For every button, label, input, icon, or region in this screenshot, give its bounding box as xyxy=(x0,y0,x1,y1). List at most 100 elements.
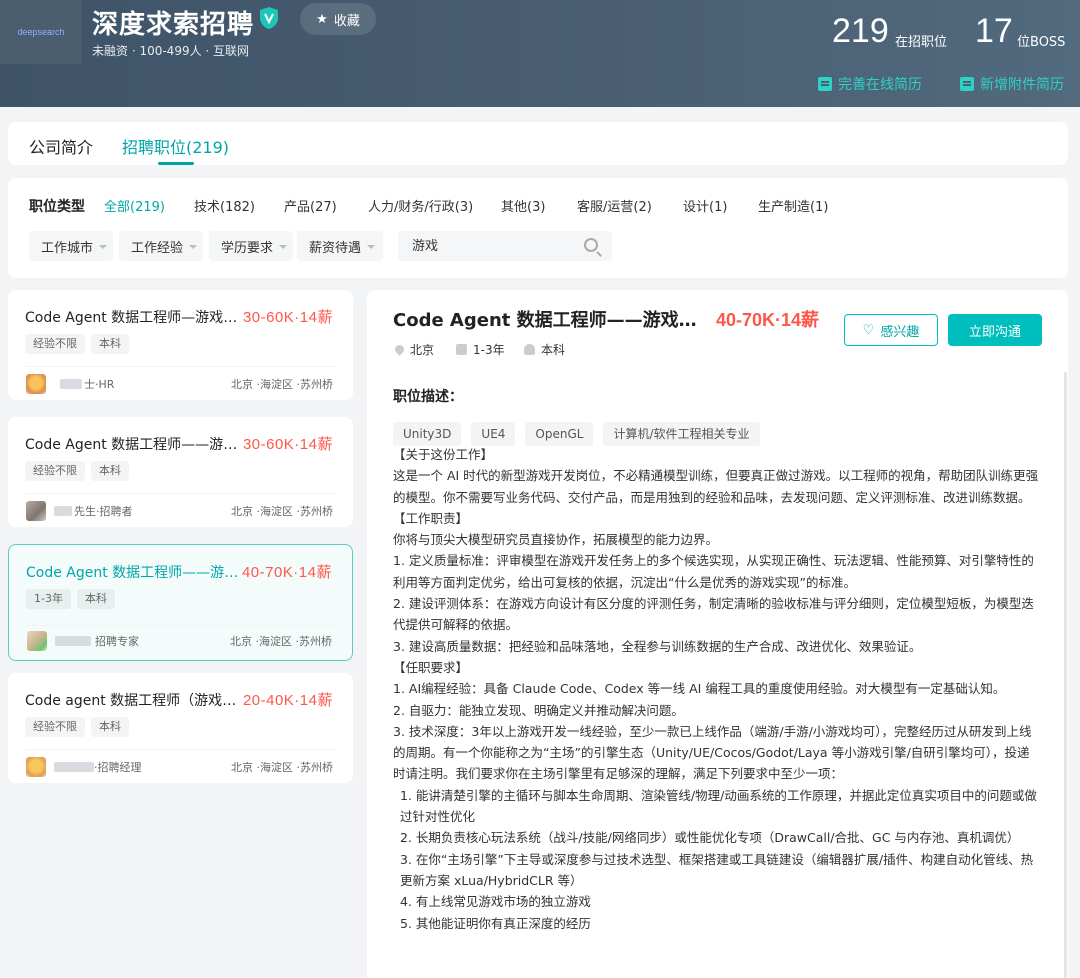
detail-city: 北京 xyxy=(393,341,434,358)
divider xyxy=(25,366,336,367)
recruiter-avatar xyxy=(26,501,46,521)
detail-degree: 本科 xyxy=(524,341,565,358)
chat-now-button[interactable]: 立即沟通 xyxy=(948,314,1042,346)
description-line: 1. 能讲清楚引擎的主循环与脚本生命周期、渲染管线/物理/动画系统的工作原理，并… xyxy=(400,787,1037,825)
job-list-item-selected[interactable]: Code Agent 数据工程师——游戏开发方向 40-70K·14薪 1-3年… xyxy=(8,544,353,661)
improve-resume-link[interactable]: 完善在线简历 xyxy=(818,74,922,94)
tab-job-openings[interactable]: 招聘职位(219) xyxy=(122,134,229,158)
job-type-tech[interactable]: 技术(182) xyxy=(194,196,255,215)
add-attachment-label: 新增附件简历 xyxy=(980,77,1064,93)
company-header: deepsearch 深度求索招聘 ★ 收藏 未融资 · 100-499人 · … xyxy=(0,0,1080,107)
description-line: 2. 自驱力：能独立发现、明确定义并推动解决问题。 xyxy=(393,702,684,718)
recruiter-name-blurred xyxy=(54,762,94,772)
boss-label: 位BOSS xyxy=(1017,35,1066,50)
recruiter-avatar xyxy=(27,631,47,651)
job-tags: 经验不限 本科 xyxy=(25,461,129,481)
heart-icon: ♡ xyxy=(862,322,875,338)
job-type-product[interactable]: 产品(27) xyxy=(284,196,337,215)
job-tags: 经验不限 本科 xyxy=(25,334,129,354)
job-type-design[interactable]: 设计(1) xyxy=(683,196,727,215)
boss-count: 17 xyxy=(975,12,1013,50)
skill-tag: Unity3D xyxy=(393,422,462,446)
job-type-other[interactable]: 其他(3) xyxy=(501,196,545,215)
job-tag: 本科 xyxy=(91,717,129,737)
job-tag: 1-3年 xyxy=(26,589,71,609)
job-salary: 30-60K·14薪 xyxy=(242,309,333,326)
description-line: 你将与顶尖大模型研究员直接协作，拓展模型的能力边界。 xyxy=(393,532,719,548)
recruiter-title: 先生·招聘者 xyxy=(74,505,133,518)
description-line: 1. 定义质量标准：评审模型在游戏开发任务上的多个候选实现，从实现正确性、玩法逻… xyxy=(393,553,1034,590)
favorite-button[interactable]: ★ 收藏 xyxy=(300,3,376,35)
location-pin-icon xyxy=(393,343,406,356)
company-name: 深度求索招聘 xyxy=(92,10,255,40)
description-line: 2. 建设评测体系：在游戏方向设计有区分度的评测任务，制定清晰的验收标准与评分细… xyxy=(393,596,1034,633)
interested-button[interactable]: ♡ 感兴趣 xyxy=(844,314,938,346)
chevron-down-icon xyxy=(279,245,288,249)
job-title: Code agent 数据工程师（游戏开发方向） xyxy=(25,693,239,709)
briefcase-icon xyxy=(456,344,467,355)
job-search-box xyxy=(398,231,612,261)
job-title: Code Agent 数据工程师——游戏开发方向 xyxy=(26,565,240,581)
divider xyxy=(25,493,336,494)
description-line: 【工作职责】 xyxy=(393,510,469,526)
city-dropdown[interactable]: 工作城市 xyxy=(29,231,113,261)
company-logo[interactable]: deepsearch xyxy=(0,0,82,64)
job-tag: 经验不限 xyxy=(25,334,85,354)
description-line: 4. 有上线常见游戏市场的独立游戏 xyxy=(400,894,591,910)
recruiter-avatar xyxy=(26,374,46,394)
education-dropdown-label: 学历要求 xyxy=(221,240,274,256)
detail-experience-text: 1-3年 xyxy=(473,343,505,357)
recruiter-title: 招聘专家 xyxy=(95,635,139,648)
experience-dropdown-label: 工作经验 xyxy=(131,240,184,256)
improve-resume-label: 完善在线简历 xyxy=(838,77,922,93)
job-salary: 30-60K·14薪 xyxy=(242,436,333,453)
job-location: 北京 ·海淀区 ·苏州桥 xyxy=(230,635,332,648)
job-tag: 经验不限 xyxy=(25,717,85,737)
chevron-down-icon xyxy=(99,245,108,249)
job-type-service-ops[interactable]: 客服/运营(2) xyxy=(577,196,652,215)
detail-degree-text: 本科 xyxy=(541,343,566,357)
job-list-item[interactable]: Code Agent 数据工程师—游戏开发方向 30-60K·14薪 经验不限 … xyxy=(8,290,353,400)
job-location: 北京 ·海淀区 ·苏州桥 xyxy=(231,761,333,774)
job-search-input[interactable] xyxy=(412,237,572,252)
education-dropdown[interactable]: 学历要求 xyxy=(209,231,293,261)
detail-experience: 1-3年 xyxy=(456,341,505,358)
job-salary: 40-70K·14薪 xyxy=(241,564,332,581)
chevron-down-icon xyxy=(189,245,198,249)
resume-icon xyxy=(818,77,832,91)
job-filter-panel: 职位类型 全部(219) 技术(182) 产品(27) 人力/财务/行政(3) … xyxy=(8,178,1068,278)
skill-tag: UE4 xyxy=(471,422,516,446)
favorite-label: 收藏 xyxy=(333,13,360,29)
recruiter-name-blurred xyxy=(54,506,72,516)
job-list-item[interactable]: Code agent 数据工程师（游戏开发方向） 20-40K·14薪 经验不限… xyxy=(8,673,353,783)
detail-scrollbar[interactable] xyxy=(1064,372,1067,978)
job-type-hr-finance[interactable]: 人力/财务/行政(3) xyxy=(368,196,473,215)
detail-salary: 40-70K·14薪 xyxy=(716,310,820,330)
add-attachment-resume-link[interactable]: 新增附件简历 xyxy=(960,74,1064,94)
open-positions-count: 219 xyxy=(832,12,889,50)
company-tabs: 公司简介 招聘职位(219) xyxy=(8,122,1068,165)
chevron-down-icon xyxy=(367,245,376,249)
job-tag: 本科 xyxy=(91,334,129,354)
salary-dropdown[interactable]: 薪资待遇 xyxy=(297,231,383,261)
description-line: 2. 长期负责核心玩法系统（战斗/技能/网络同步）或性能优化专项（DrawCal… xyxy=(400,830,1020,846)
job-type-manufacturing[interactable]: 生产制造(1) xyxy=(758,196,828,215)
skill-tag: 计算机/软件工程相关专业 xyxy=(603,422,760,446)
recruiter-name-blurred xyxy=(60,379,82,389)
tab-company-intro[interactable]: 公司简介 xyxy=(29,134,93,158)
experience-dropdown[interactable]: 工作经验 xyxy=(119,231,203,261)
recruiter-name-blurred xyxy=(55,636,91,646)
job-title: Code Agent 数据工程师—游戏开发方向 xyxy=(25,310,239,326)
recruiter-title: 士·HR xyxy=(84,378,115,391)
job-tag: 本科 xyxy=(91,461,129,481)
divider xyxy=(26,625,335,626)
job-type-all[interactable]: 全部(219) xyxy=(104,196,165,215)
description-line: 3. 技术深度：3年以上游戏开发一线经验，至少一款已上线作品（端游/手游/小游戏… xyxy=(393,723,1032,782)
open-positions-label: 在招职位 xyxy=(895,35,948,50)
salary-dropdown-label: 薪资待遇 xyxy=(309,240,362,256)
skill-tag: OpenGL xyxy=(525,422,594,446)
search-icon[interactable] xyxy=(584,238,598,252)
job-list-item[interactable]: Code Agent 数据工程师——游戏开发方向 30-60K·14薪 经验不限… xyxy=(8,417,353,527)
attachment-icon xyxy=(960,77,974,91)
logo-text: deepsearch xyxy=(17,27,65,37)
